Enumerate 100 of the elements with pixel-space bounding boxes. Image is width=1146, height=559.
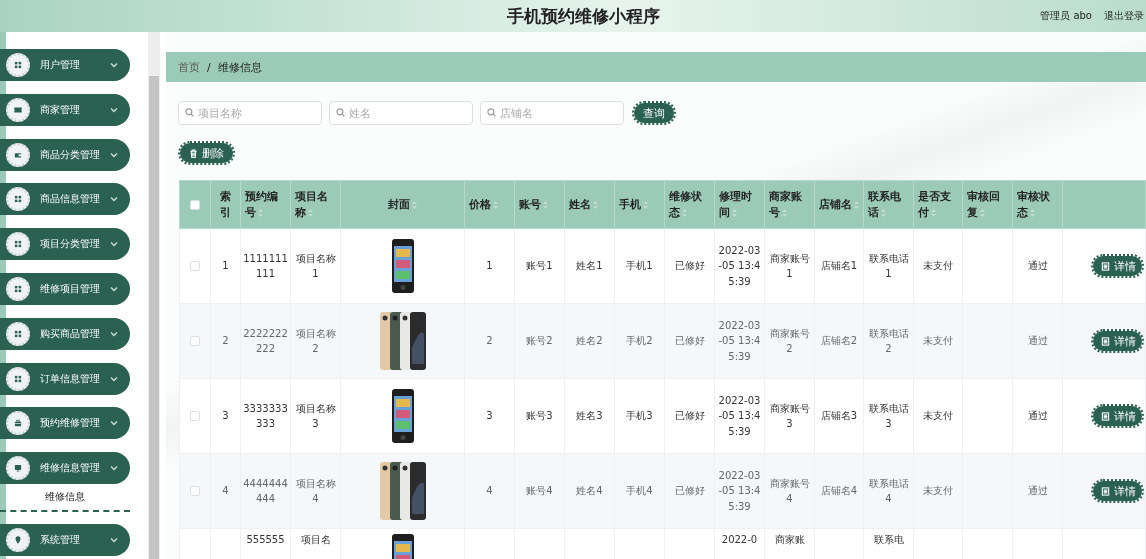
sort-icon[interactable] [881, 208, 886, 217]
chevron-icon [110, 330, 118, 337]
table-cell: 联系电 [873, 534, 904, 545]
sort-icon[interactable] [593, 200, 598, 209]
table-cell: 项目名称1 [295, 252, 336, 279]
sidebar-menu-item[interactable]: 订单信息管理 [0, 362, 130, 395]
column-header[interactable]: 姓名 [564, 180, 615, 229]
column-header[interactable]: 项目名称 [290, 180, 341, 229]
table-cell: 姓名1 [576, 260, 603, 272]
sidebar-menu-item[interactable]: 商品信息管理 [0, 183, 130, 216]
table-cell: 未支付 [923, 485, 953, 497]
table-cell: 已修好 [674, 260, 705, 272]
delete-button[interactable]: 删除 [180, 143, 233, 163]
table-cell: 2 [222, 335, 229, 347]
sort-icon[interactable] [854, 200, 859, 209]
column-header[interactable]: 封面 [340, 180, 465, 229]
document-icon [1101, 336, 1110, 346]
table-cell: 2022-03-05 13:45:39 [718, 244, 761, 287]
sort-icon[interactable] [931, 208, 936, 217]
column-header[interactable]: 价格 [464, 180, 515, 229]
column-header[interactable]: 是否支付 [913, 180, 963, 229]
sidebar-menu-item[interactable]: 系统管理 [0, 523, 130, 556]
grid-icon [6, 53, 30, 77]
row-checkbox[interactable] [190, 486, 200, 497]
breadcrumb-link[interactable]: 首页 [178, 59, 200, 75]
column-header[interactable]: 预约编号 [240, 180, 291, 229]
sort-icon[interactable] [493, 200, 498, 209]
table-cell: 联系电话2 [868, 327, 909, 354]
row-checkbox[interactable] [190, 261, 200, 272]
sort-icon[interactable] [308, 208, 313, 217]
chevron-icon [110, 465, 118, 472]
details-button[interactable]: 详情 [1093, 481, 1142, 501]
table-cell: 姓名3 [576, 410, 603, 422]
table-cell: 通过 [1027, 335, 1048, 347]
table-cell: 商家账号3 [769, 402, 810, 429]
table-cell: 3 [222, 410, 229, 422]
column-header[interactable]: 联系电话 [863, 180, 914, 229]
column-header[interactable]: 账号 [514, 180, 565, 229]
details-button[interactable]: 详情 [1093, 406, 1142, 426]
table-cell: 账号3 [526, 410, 553, 422]
search-button[interactable]: 查询 [634, 103, 674, 123]
sort-icon[interactable] [412, 200, 417, 209]
column-header[interactable]: 手机 [614, 180, 665, 229]
table-cell: 账号4 [526, 485, 553, 497]
column-header[interactable]: 店铺名 [814, 180, 864, 229]
column-header[interactable]: 修理时间 [714, 180, 765, 229]
search-field[interactable]: 姓名 [329, 101, 473, 125]
sort-icon[interactable] [732, 208, 737, 217]
column-header[interactable]: 审核回复 [962, 180, 1013, 229]
chevron-icon [110, 375, 118, 382]
submenu-item[interactable]: 维修信息 [0, 486, 130, 507]
sort-icon[interactable] [682, 208, 687, 217]
select-all-checkbox[interactable] [190, 199, 200, 210]
monitor-icon [6, 456, 30, 481]
search-field[interactable]: 项目名称 [178, 101, 322, 125]
row-checkbox[interactable] [190, 336, 200, 347]
sidebar-menu-item[interactable]: 商家管理 [0, 93, 130, 126]
sort-icon[interactable] [258, 208, 263, 217]
pin-icon [6, 527, 30, 552]
sort-icon[interactable] [543, 200, 548, 209]
table-cell: 联系电话4 [868, 477, 909, 504]
sidebar-menu-item[interactable]: 项目分类管理 [0, 228, 130, 261]
table-cell: 手机1 [626, 260, 653, 272]
column-header[interactable]: 维修状态 [664, 180, 715, 229]
table-cell: 4 [486, 485, 493, 497]
sort-icon[interactable] [1030, 208, 1035, 217]
search-field[interactable]: 店铺名 [480, 101, 624, 125]
sort-icon[interactable] [782, 208, 787, 217]
table-cell: 2222222222 [243, 327, 288, 354]
chevron-icon [110, 151, 118, 158]
table-cell: 1 [486, 260, 493, 272]
column-header[interactable]: 审核状态 [1012, 180, 1063, 229]
table-cell: 已修好 [674, 410, 705, 422]
table-cell: 手机2 [626, 335, 653, 347]
sidebar-menu-item[interactable]: 预约维修管理 [0, 407, 130, 440]
grid-icon [6, 232, 30, 257]
grid-icon [6, 277, 30, 301]
column-header[interactable]: 商家账号 [764, 180, 815, 229]
table-cell: 555555 [246, 534, 285, 545]
sidebar-menu-item[interactable]: 维修信息管理 [0, 452, 130, 485]
details-button[interactable]: 详情 [1093, 256, 1142, 276]
scrollbar[interactable] [148, 32, 160, 559]
details-button[interactable]: 详情 [1093, 331, 1142, 351]
table-cell: 2 [486, 335, 493, 347]
table-cell: 项目名称2 [295, 327, 336, 354]
table-cell: 2022-0 [721, 534, 758, 545]
sidebar-menu-item[interactable]: 用户管理 [0, 49, 130, 81]
breadcrumb-separator: / [207, 60, 211, 74]
table-cell: 2022-03-05 13:45:39 [718, 394, 761, 437]
row-checkbox[interactable] [190, 411, 200, 422]
sort-icon[interactable] [980, 208, 985, 217]
sidebar-menu-item[interactable]: 商品分类管理 [0, 138, 130, 171]
table-cell: 项目名称4 [295, 477, 336, 504]
sort-icon[interactable] [643, 200, 648, 209]
sidebar-menu-item[interactable]: 购买商品管理 [0, 317, 130, 350]
logout-link[interactable]: 退出登录 [1104, 9, 1144, 23]
sidebar-menu-item[interactable]: 维修项目管理 [0, 273, 130, 305]
table-cell: 2022-03-05 13:45:39 [718, 319, 761, 362]
table-cell: 1 [222, 260, 229, 272]
column-header: 索引 [210, 180, 241, 229]
